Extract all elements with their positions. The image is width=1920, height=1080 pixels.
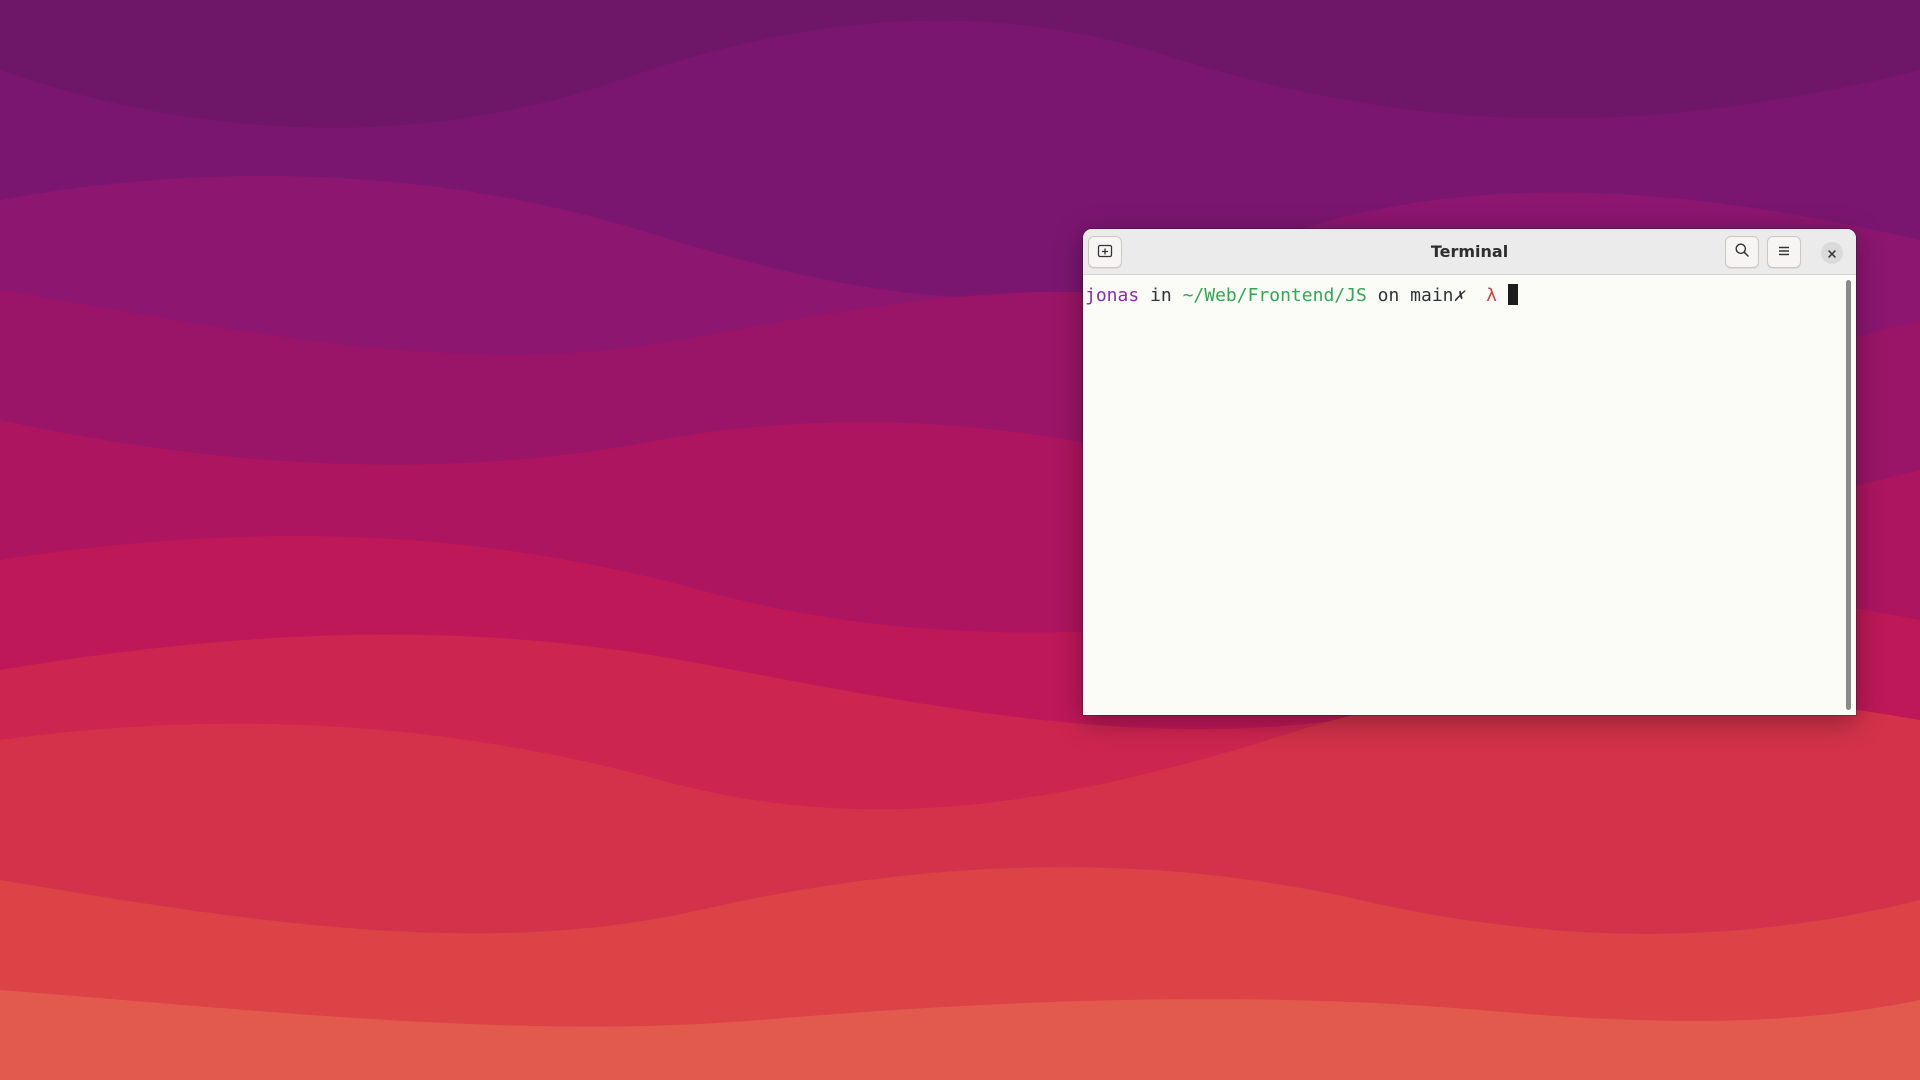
prompt-path: ~/Web/Frontend/JS [1182, 285, 1367, 306]
prompt-on-word: on [1377, 285, 1400, 306]
prompt-user: jonas [1085, 285, 1140, 306]
close-button[interactable] [1821, 242, 1843, 264]
hamburger-menu-icon [1777, 243, 1791, 262]
close-icon [1827, 244, 1837, 263]
search-button[interactable] [1725, 236, 1759, 268]
text-cursor [1507, 284, 1518, 305]
prompt-branch: main [1410, 285, 1454, 306]
scrollbar[interactable] [1846, 280, 1851, 710]
new-tab-button[interactable] [1088, 236, 1122, 268]
headerbar: Terminal [1083, 229, 1856, 275]
prompt-dirty-marker: ✗ [1453, 285, 1465, 306]
prompt-line: jonas in ~/Web/Frontend/JS on main✗ λ [1085, 284, 1518, 307]
menu-button[interactable] [1767, 236, 1801, 268]
new-tab-icon [1097, 242, 1113, 262]
terminal-content[interactable]: jonas in ~/Web/Frontend/JS on main✗ λ [1083, 275, 1856, 715]
desktop: Terminal jonas in ~/Web/Frontend/JS on m… [0, 0, 1920, 1080]
prompt-in-word: in [1150, 285, 1172, 306]
terminal-window: Terminal jonas in ~/Web/Frontend/JS on m… [1083, 229, 1856, 715]
search-icon [1734, 242, 1750, 262]
prompt-lambda: λ [1486, 285, 1497, 306]
